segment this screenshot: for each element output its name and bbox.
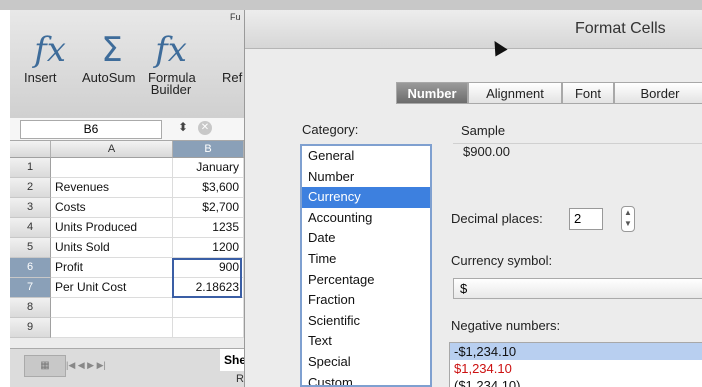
list-item[interactable]: Accounting [302,208,430,229]
table-row: 8 [10,298,261,318]
format-cells-dialog: Format Cells Number Alignment Font Borde… [244,10,702,387]
list-item[interactable]: General [302,146,430,167]
cell[interactable] [173,318,244,338]
list-item[interactable]: Currency [302,187,430,208]
category-label: Category: [302,122,359,137]
formula-builder-label: Formula Builder [148,70,196,97]
autosum-label: AutoSum [82,70,136,85]
view-toggle-icon[interactable]: ▦ [24,355,66,377]
row-number[interactable]: 1 [10,158,51,178]
table-row: 5 Units Sold 1200 [10,238,261,258]
tab-alignment[interactable]: Alignment [468,82,562,104]
negative-numbers-list[interactable]: -$1,234.10 $1,234.10 ($1,234.10) [449,342,702,387]
insert-function-button[interactable]: fx Insert [24,28,76,84]
category-list[interactable]: General Number Currency Accounting Date … [300,144,432,387]
tab-font[interactable]: Font [562,82,614,104]
list-item[interactable]: Custom [302,373,430,385]
row-number[interactable]: 5 [10,238,51,258]
cell[interactable]: 1200 [173,238,244,258]
table-row: 4 Units Produced 1235 [10,218,261,238]
row-number[interactable]: 4 [10,218,51,238]
list-item[interactable]: Text [302,331,430,352]
list-item[interactable]: Fraction [302,290,430,311]
ribbon-title-fragment: Fu [230,12,241,22]
ref-label: Ref [222,70,243,85]
cell[interactable] [51,158,173,178]
list-item[interactable]: Special [302,352,430,373]
cell[interactable]: Profit [51,258,173,278]
table-row: 1 January F [10,158,261,178]
sheet-scroll-arrows[interactable]: |◀ ◀ ▶ ▶| [66,355,206,375]
column-header-a[interactable]: A [51,141,173,158]
list-item[interactable]: Number [302,167,430,188]
excel-window: Fu fx Insert Σ AutoSum fx Formula Builde… [10,10,264,387]
top-bar [0,0,702,10]
cell[interactable]: Per Unit Cost [51,278,173,298]
list-item[interactable]: -$1,234.10 [450,343,702,360]
formula-builder-icon: fx [155,30,187,70]
ribbon: Fu fx Insert Σ AutoSum fx Formula Builde… [10,10,260,119]
function-icon: fx [34,30,66,70]
corner-header[interactable] [10,141,51,158]
currency-symbol-label: Currency symbol: [451,253,553,268]
list-item[interactable]: $1,234.10 [450,360,702,377]
row-number[interactable]: 3 [10,198,51,218]
list-item[interactable]: Time [302,249,430,270]
status-fragment: R [236,373,244,385]
sigma-icon: Σ [101,30,123,70]
table-row: 2 Revenues $3,600 [10,178,261,198]
cell[interactable]: $3,600 [173,178,244,198]
currency-symbol-select[interactable]: $ [453,278,702,299]
name-box[interactable]: B6 [20,120,162,139]
dialog-titlebar: Format Cells [245,10,702,49]
cell[interactable]: January [173,158,244,178]
list-item[interactable]: Percentage [302,270,430,291]
cell[interactable] [173,298,244,318]
tab-border[interactable]: Border [614,82,702,104]
screen: Fu fx Insert Σ AutoSum fx Formula Builde… [0,0,702,387]
dialog-title: Format Cells [575,20,666,37]
name-box-stepper-icon[interactable]: ⬍ [178,120,188,134]
tab-number[interactable]: Number [396,82,468,104]
list-item[interactable]: Scientific [302,311,430,332]
cell[interactable]: 1235 [173,218,244,238]
table-row: 3 Costs $2,700 [10,198,261,218]
negative-numbers-label: Negative numbers: [451,318,561,333]
table-row: 9 [10,318,261,338]
cell[interactable]: Revenues [51,178,173,198]
cell[interactable]: Costs [51,198,173,218]
row-number[interactable]: 7 [10,278,51,298]
list-item[interactable]: Date [302,228,430,249]
cell[interactable]: Units Sold [51,238,173,258]
row-number[interactable]: 2 [10,178,51,198]
sheet-tab-bar: ▦ |◀ ◀ ▶ ▶| She R [10,348,264,387]
selection-outline [172,258,242,298]
column-header-b[interactable]: B [173,141,244,158]
cancel-icon[interactable]: ✕ [198,121,212,135]
cell[interactable] [51,318,173,338]
formula-bar: B6 ⬍ ✕ [10,118,260,141]
sample-value: $900.00 [453,143,702,162]
formula-builder-button[interactable]: fx Formula Builder [148,28,196,96]
sample-label: Sample [461,123,506,138]
decimal-places-label: Decimal places: [451,211,543,226]
list-item[interactable]: ($1,234.10) [450,377,702,387]
insert-label: Insert [24,70,57,85]
row-number[interactable]: 9 [10,318,51,338]
cell[interactable]: Units Produced [51,218,173,238]
row-number[interactable]: 6 [10,258,51,278]
decimal-places-input[interactable]: 2 [569,208,603,230]
row-number[interactable]: 8 [10,298,51,318]
cell[interactable]: $2,700 [173,198,244,218]
cell[interactable] [51,298,173,318]
autosum-button[interactable]: Σ AutoSum [82,28,142,84]
decimal-stepper-icon[interactable]: ▲ ▼ [621,206,635,232]
